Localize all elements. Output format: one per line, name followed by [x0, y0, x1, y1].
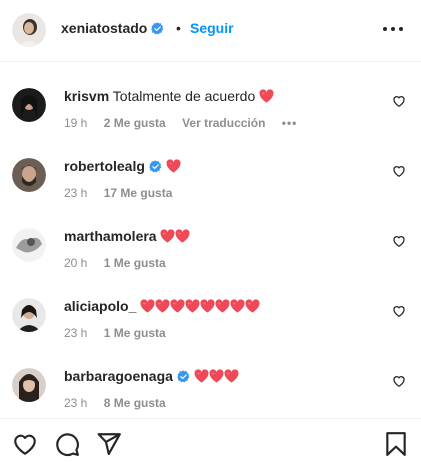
comment-line: aliciapolo_ [64, 297, 260, 315]
author-avatar[interactable] [12, 13, 46, 47]
comment-username[interactable]: barbaragoenaga [64, 368, 173, 384]
follow-button[interactable]: Seguir [190, 19, 234, 37]
red-heart-icon [140, 299, 155, 313]
comment-time: 23 h [64, 186, 88, 200]
heart-emoji-group [166, 158, 181, 174]
comment-line: marthamolera [64, 227, 190, 245]
author-name-text[interactable]: xeniatostado [61, 20, 147, 36]
comment-time: 23 h [64, 326, 88, 340]
red-heart-icon [194, 369, 209, 383]
author-username[interactable]: xeniatostado [61, 19, 164, 37]
red-heart-icon [259, 89, 274, 103]
red-heart-icon [175, 229, 190, 243]
comment-time: 19 h [64, 116, 88, 130]
comment-meta: 23 h 1 Me gusta [64, 325, 179, 341]
comment-text: Totalmente de acuerdo [112, 88, 256, 104]
heart-emoji-group [194, 368, 239, 384]
red-heart-icon [224, 369, 239, 383]
header-separator: • [176, 20, 181, 36]
comment-meta: 19 h 2 Me gusta Ver traducción ••• [64, 115, 310, 131]
red-heart-icon [215, 299, 230, 313]
comment-more-icon[interactable]: ••• [282, 116, 298, 130]
post-actions-bar [0, 418, 421, 463]
comment-line: krisvm Totalmente de acuerdo [64, 87, 274, 105]
comment-time: 20 h [64, 256, 88, 270]
commenter-avatar[interactable] [12, 88, 46, 122]
comment-item: barbaragoenaga 23 h 8 Me gusta [0, 360, 421, 424]
heart-outline-icon[interactable] [12, 431, 38, 457]
comment-like-icon[interactable] [392, 164, 406, 178]
paper-plane-icon[interactable] [96, 431, 122, 457]
comment-meta: 23 h 17 Me gusta [64, 185, 185, 201]
verified-badge-icon [149, 160, 162, 173]
red-heart-icon [245, 299, 260, 313]
red-heart-icon [230, 299, 245, 313]
comment-like-icon[interactable] [392, 304, 406, 318]
comment-username[interactable]: robertolealg [64, 158, 145, 174]
comment-like-icon[interactable] [392, 374, 406, 388]
commenter-avatar[interactable] [12, 228, 46, 262]
comment-line: barbaragoenaga [64, 367, 239, 385]
comment-bubble-icon[interactable] [54, 431, 80, 457]
verified-badge-icon [177, 370, 190, 383]
comment-like-icon[interactable] [392, 234, 406, 248]
comment-meta: 23 h 8 Me gusta [64, 395, 179, 411]
red-heart-icon [155, 299, 170, 313]
commenter-avatar[interactable] [12, 298, 46, 332]
commenter-avatar[interactable] [12, 158, 46, 192]
comment-username[interactable]: aliciapolo_ [64, 298, 136, 314]
comment-likes[interactable]: 1 Me gusta [104, 256, 166, 270]
comment-meta: 20 h 1 Me gusta [64, 255, 179, 271]
more-horizontal-icon[interactable] [381, 20, 405, 38]
post-header: xeniatostado • Seguir [0, 0, 421, 62]
comment-likes[interactable]: 17 Me gusta [104, 186, 173, 200]
bookmark-icon[interactable] [383, 431, 409, 457]
comment-likes[interactable]: 1 Me gusta [104, 326, 166, 340]
heart-emoji-group [160, 228, 190, 244]
comment-username[interactable]: krisvm [64, 88, 109, 104]
comment-item: marthamolera 20 h 1 Me gusta [0, 220, 421, 284]
comment-likes[interactable]: 8 Me gusta [104, 396, 166, 410]
comment-likes[interactable]: 2 Me gusta [104, 116, 166, 130]
translate-link[interactable]: Ver traducción [182, 116, 265, 130]
comment-time: 23 h [64, 396, 88, 410]
red-heart-icon [170, 299, 185, 313]
commenter-avatar[interactable] [12, 368, 46, 402]
comment-username[interactable]: marthamolera [64, 228, 157, 244]
red-heart-icon [160, 229, 175, 243]
comment-item: krisvm Totalmente de acuerdo 19 h 2 Me g… [0, 80, 421, 144]
red-heart-icon [209, 369, 224, 383]
red-heart-icon [185, 299, 200, 313]
comment-item: aliciapolo_ 23 h 1 Me gusta [0, 290, 421, 354]
red-heart-icon [200, 299, 215, 313]
comment-item: robertolealg 23 h 17 Me gusta [0, 150, 421, 214]
heart-emoji-group [140, 298, 260, 314]
heart-emoji-group [259, 88, 274, 104]
comment-like-icon[interactable] [392, 94, 406, 108]
comment-line: robertolealg [64, 157, 181, 175]
verified-badge-icon [151, 22, 164, 35]
red-heart-icon [166, 159, 181, 173]
